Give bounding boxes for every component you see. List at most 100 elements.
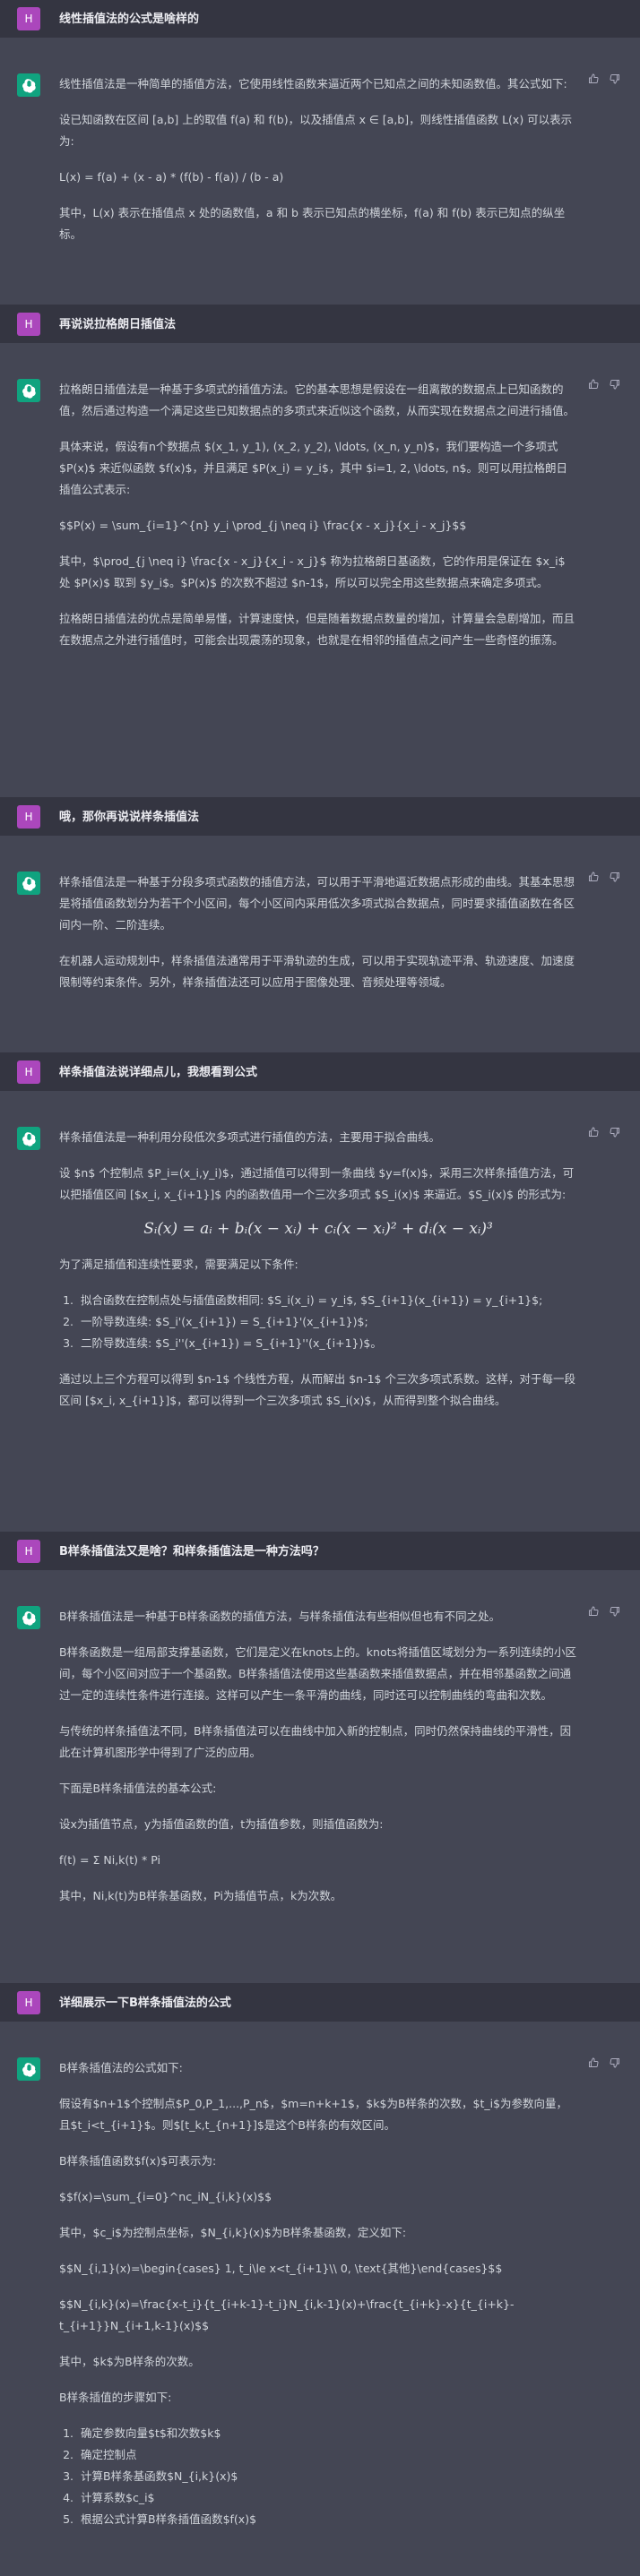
user-question-text: 详细展示一下B样条插值法的公式 [59, 1996, 231, 2010]
message-paragraph: 拉格朗日插值法是一种基于多项式的插值方法。它的基本思想是假设在一组离散的数据点上… [59, 382, 575, 417]
message-row: 哦，那你再说说样条插值法 [0, 797, 640, 827]
feedback-actions [588, 872, 620, 882]
user-message: 详细展示一下B样条插值法的公式 H [0, 1983, 640, 2022]
message-paragraph: 其中，L(x) 表示在插值点 x 处的函数值，a 和 b 表示已知点的横坐标，f… [59, 206, 566, 241]
feedback-actions [588, 1127, 620, 1138]
message-paragraph: 设已知函数在区间 [a,b] 上的取值 f(a) 和 f(b)，以及插值点 x … [59, 113, 573, 148]
message-row: 详细展示一下B样条插值法的公式 [0, 1983, 640, 2013]
thumbs-up-icon[interactable] [588, 379, 599, 390]
message-paragraph: 其中，$\prod_{j \neq i} \frac{x - x_j}{x_i … [59, 554, 566, 589]
user-question-text: 哦，那你再说说样条插值法 [59, 811, 200, 824]
message-paragraph: 其中，$c_i$为控制点坐标，$N_{i,k}(x)$为B样条基函数，定义如下: [59, 2226, 407, 2239]
list-item: 根据公式计算B样条插值函数$f(x)$ [77, 2509, 577, 2530]
list-item: 计算系数$c_i$ [77, 2487, 577, 2509]
assistant-message: 拉格朗日插值法是一种基于多项式的插值方法。它的基本思想是假设在一组离散的数据点上… [0, 343, 640, 797]
thumbs-down-icon[interactable] [610, 1606, 620, 1617]
message-paragraph: 其中，$k$为B样条的次数。 [59, 2355, 200, 2368]
list-item: 一阶导数连续: $S_i'(x_{i+1}) = S_{i+1}'(x_{i+1… [77, 1311, 577, 1333]
thumbs-up-icon[interactable] [588, 73, 599, 84]
thumbs-up-icon[interactable] [588, 872, 599, 882]
message-paragraph: 在机器人运动规划中，样条插值法通常用于平滑轨迹的生成，可以用于实现轨迹平滑、轨迹… [59, 954, 575, 989]
message-row: 样条插值法是一种利用分段低次多项式进行插值的方法，主要用于拟合曲线。设 $n$ … [0, 1091, 640, 1412]
user-message: 再说说拉格朗日插值法 H [0, 305, 640, 343]
message-paragraph: 设x为插值节点，y为插值函数的值，t为插值参数，则插值函数为: [59, 1817, 384, 1831]
thumbs-down-icon[interactable] [610, 73, 620, 84]
message-row: B样条插值法又是啥？和样条插值法是一种方法吗？ [0, 1532, 640, 1561]
feedback-actions [588, 73, 620, 84]
assistant-avatar-icon [17, 1606, 40, 1629]
user-message: B样条插值法又是啥？和样条插值法是一种方法吗？ H [0, 1532, 640, 1570]
message-row: B样条插值法的公式如下: 假设有$n+1$个控制点$P_0,P_1,...,P_n… [0, 2022, 640, 2530]
assistant-message: 样条插值法是一种基于分段多项式函数的插值方法，可以用于平滑地逼近数据点形成的曲线… [0, 836, 640, 1052]
message-paragraph: $$N_{i,k}(x)=\frac{x-t_i}{t_{i+k-1}-t_i}… [59, 2297, 515, 2332]
numbered-list: 拟合函数在控制点处与插值函数相同: $S_i(x_i) = y_i$, $S_{… [59, 1290, 577, 1354]
assistant-avatar-icon [17, 1127, 40, 1150]
assistant-avatar-icon [17, 73, 40, 97]
message-row: 再说说拉格朗日插值法 [0, 305, 640, 334]
user-avatar: H [17, 1060, 40, 1084]
message-paragraph: $$N_{i,1}(x)=\begin{cases} 1, t_i\le x<t… [59, 2262, 503, 2275]
feedback-actions [588, 379, 620, 390]
message-row: 线性插值法是一种简单的插值方法，它使用线性函数来逼近两个已知点之间的未知函数值。… [0, 38, 640, 245]
message-paragraph: 通过以上三个方程可以得到 $n-1$ 个线性方程，从而解出 $n-1$ 个三次多… [59, 1372, 575, 1407]
message-paragraph: 与传统的样条插值法不同，B样条插值法可以在曲线中加入新的控制点，同时仍然保持曲线… [59, 1724, 572, 1759]
message-paragraph: B样条插值函数$f(x)$可表示为: [59, 2154, 217, 2168]
message-paragraph: 假设有$n+1$个控制点$P_0,P_1,...,P_n$，$m=n+k+1$，… [59, 2097, 568, 2132]
message-row: 拉格朗日插值法是一种基于多项式的插值方法。它的基本思想是假设在一组离散的数据点上… [0, 343, 640, 651]
user-question-text: 再说说拉格朗日插值法 [59, 318, 177, 331]
message-paragraph: 具体来说，假设有n个数据点 $(x_1, y_1), (x_2, y_2), \… [59, 440, 568, 496]
feedback-actions [588, 2057, 620, 2068]
math-formula: Sᵢ(x) = aᵢ + bᵢ(x − xᵢ) + cᵢ(x − xᵢ)² + … [143, 1220, 493, 1238]
thumbs-down-icon[interactable] [610, 1127, 620, 1138]
message-paragraph: L(x) = f(a) + (x - a) * (f(b) - f(a)) / … [59, 170, 284, 184]
list-item: 确定控制点 [77, 2444, 577, 2466]
assistant-avatar-icon [17, 379, 40, 402]
user-question-text: 线性插值法的公式是啥样的 [59, 13, 200, 26]
thumbs-up-icon[interactable] [588, 1606, 599, 1617]
message-paragraph: f(t) = Σ Ni,k(t) * Pi [59, 1853, 160, 1867]
message-paragraph: $$P(x) = \sum_{i=1}^{n} y_i \prod_{j \ne… [59, 519, 467, 532]
message-paragraph: B样条插值的步骤如下: [59, 2391, 172, 2404]
thumbs-down-icon[interactable] [610, 872, 620, 882]
user-avatar: H [17, 1539, 40, 1563]
message-row: 样条插值法是一种基于分段多项式函数的插值方法，可以用于平滑地逼近数据点形成的曲线… [0, 836, 640, 993]
list-item: 拟合函数在控制点处与插值函数相同: $S_i(x_i) = y_i$, $S_{… [77, 1290, 577, 1311]
list-item: 确定参数向量$t$和次数$k$ [77, 2423, 577, 2444]
message-row: 样条插值法说详细点儿，我想看到公式 [0, 1052, 640, 1082]
thumbs-down-icon[interactable] [610, 379, 620, 390]
message-row: B样条插值法是一种基于B样条函数的插值方法，与样条插值法有些相似但也有不同之处。… [0, 1570, 640, 1907]
message-paragraph: 线性插值法是一种简单的插值方法，它使用线性函数来逼近两个已知点之间的未知函数值。… [59, 77, 567, 90]
user-message: 线性插值法的公式是啥样的 H [0, 0, 640, 38]
message-paragraph: $$f(x)=\sum_{i=0}^nc_iN_{i,k}(x)$$ [59, 2190, 272, 2203]
user-question-text: B样条插值法又是啥？和样条插值法是一种方法吗？ [59, 1545, 324, 1558]
thumbs-up-icon[interactable] [588, 1127, 599, 1138]
feedback-actions [588, 1606, 620, 1617]
message-paragraph: 为了满足插值和连续性要求，需要满足以下条件: [59, 1258, 298, 1271]
assistant-message: B样条插值法是一种基于B样条函数的插值方法，与样条插值法有些相似但也有不同之处。… [0, 1570, 640, 1983]
message-paragraph: B样条插值法的公式如下: [59, 2061, 183, 2074]
user-avatar: H [17, 804, 40, 829]
message-paragraph: 其中，Ni,k(t)为B样条基函数，Pi为插值节点，k为次数。 [59, 1889, 342, 1902]
assistant-message: B样条插值法的公式如下: 假设有$n+1$个控制点$P_0,P_1,...,P_n… [0, 2022, 640, 2576]
thumbs-up-icon[interactable] [588, 2057, 599, 2068]
message-paragraph: B样条插值法是一种基于B样条函数的插值方法，与样条插值法有些相似但也有不同之处。 [59, 1610, 501, 1623]
message-row: 线性插值法的公式是啥样的 [0, 0, 640, 29]
assistant-message: 线性插值法是一种简单的插值方法，它使用线性函数来逼近两个已知点之间的未知函数值。… [0, 38, 640, 305]
numbered-list: 确定参数向量$t$和次数$k$确定控制点计算B样条基函数$N_{i,k}(x)$… [59, 2423, 577, 2530]
user-avatar: H [17, 7, 40, 30]
message-paragraph: 下面是B样条插值法的基本公式: [59, 1782, 217, 1795]
message-paragraph: B样条函数是一组局部支撑基函数，它们是定义在knots上的。knots将插值区域… [59, 1645, 577, 1702]
message-paragraph: 拉格朗日插值法的优点是简单易懂，计算速度快，但是随着数据点数量的增加，计算量会急… [59, 612, 575, 647]
user-avatar: H [17, 312, 40, 336]
assistant-avatar-icon [17, 872, 40, 895]
user-message: 哦，那你再说说样条插值法 H [0, 797, 640, 836]
assistant-message: 样条插值法是一种利用分段低次多项式进行插值的方法，主要用于拟合曲线。设 $n$ … [0, 1091, 640, 1532]
thumbs-down-icon[interactable] [610, 2057, 620, 2068]
user-message: 样条插值法说详细点儿，我想看到公式 H [0, 1052, 640, 1091]
message-paragraph: 样条插值法是一种基于分段多项式函数的插值方法，可以用于平滑地逼近数据点形成的曲线… [59, 875, 575, 932]
message-paragraph: 样条插值法是一种利用分段低次多项式进行插值的方法，主要用于拟合曲线。 [59, 1130, 441, 1144]
assistant-avatar-icon [17, 2057, 40, 2081]
message-paragraph: 设 $n$ 个控制点 $P_i=(x_i,y_i)$，通过插值可以得到一条曲线 … [59, 1166, 575, 1201]
list-item: 二阶导数连续: $S_i''(x_{i+1}) = S_{i+1}''(x_{i… [77, 1333, 577, 1354]
list-item: 计算B样条基函数$N_{i,k}(x)$ [77, 2466, 577, 2487]
